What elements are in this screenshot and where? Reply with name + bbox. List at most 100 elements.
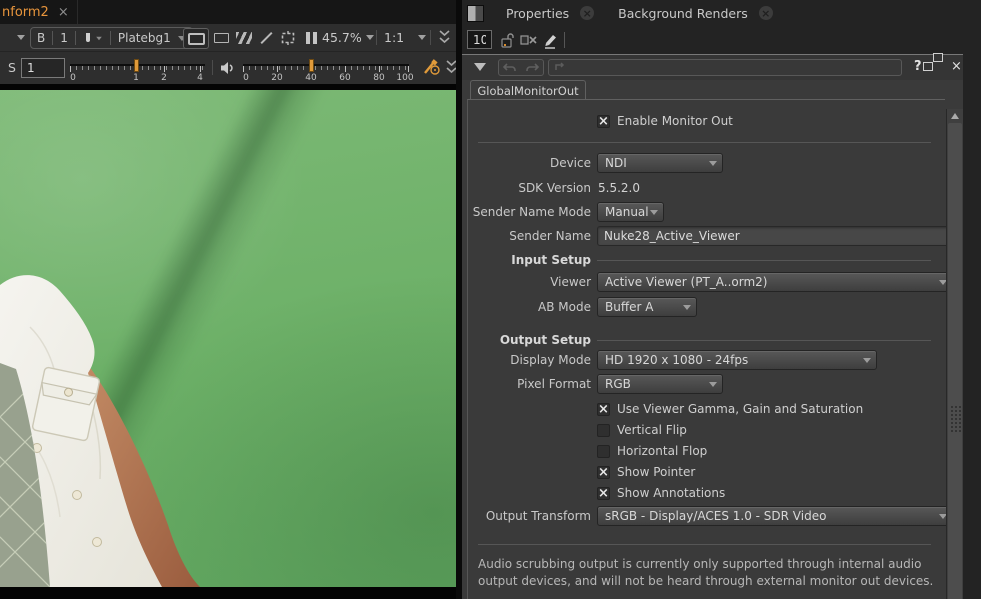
enable-monitor-out-row: × Enable Monitor Out <box>468 113 945 133</box>
horizontal-flop-checkbox[interactable] <box>597 445 610 458</box>
chevron-down-icon <box>683 305 691 310</box>
divider <box>212 60 213 75</box>
gain-input[interactable] <box>21 58 65 78</box>
viewer-toolbar-bottom: S 0 1 2 4 0 2 <box>0 52 456 84</box>
show-annotations-checkbox[interactable]: × <box>597 487 610 500</box>
frame-display-button[interactable] <box>183 28 209 49</box>
chevron-down-icon <box>650 210 658 215</box>
volume-icon[interactable] <box>220 61 236 75</box>
dropdown-value: NDI <box>605 156 627 170</box>
show-pointer-checkbox[interactable]: × <box>597 466 610 479</box>
node-title-field[interactable] <box>548 59 902 76</box>
checkbox-label: Horizontal Flop <box>617 443 707 460</box>
scroll-up-arrow[interactable] <box>951 113 959 119</box>
field-label: Pixel Format <box>468 374 591 394</box>
field-label: AB Mode <box>468 297 591 317</box>
properties-toolbar <box>462 26 981 54</box>
undo-icon[interactable] <box>503 62 517 73</box>
proxy-ratio-dropdown[interactable]: 1:1 <box>384 30 404 45</box>
max-panels-input[interactable] <box>467 30 492 49</box>
help-button[interactable]: ? <box>914 59 922 74</box>
use-viewer-gamma-checkbox[interactable]: × <box>597 403 610 416</box>
dropdown-value: Active Viewer (PT_A..orm2) <box>605 275 768 289</box>
viewer-tab-bar: nform2 × <box>0 0 456 24</box>
node-tab-label: GlobalMonitorOut <box>477 84 578 98</box>
viewer-canvas[interactable] <box>0 84 456 599</box>
pause-button[interactable] <box>301 28 321 47</box>
scrollbar[interactable] <box>946 109 963 599</box>
buffer-b-button[interactable]: B <box>37 31 45 45</box>
viewer-dropdown[interactable]: Active Viewer (PT_A..orm2) <box>597 272 953 292</box>
checkbox-row: Vertical Flip <box>468 422 945 439</box>
slider-track <box>243 64 409 72</box>
output-transform-dropdown[interactable]: sRGB - Display/ACES 1.0 - SDR Video <box>597 506 953 526</box>
volume-slider[interactable]: 0 20 40 60 80 100 <box>243 56 409 82</box>
chevron-down-icon[interactable] <box>17 35 25 40</box>
pane-layout-icon[interactable] <box>467 5 484 22</box>
wipe-button[interactable] <box>233 28 255 47</box>
collapse-triangle-icon[interactable] <box>474 63 486 71</box>
close-icon[interactable]: × <box>580 6 594 20</box>
viewer-tab-transform2[interactable]: nform2 × <box>0 0 78 24</box>
input-number-button[interactable]: 1 <box>60 31 68 45</box>
lock-open-icon[interactable] <box>500 33 514 48</box>
divider <box>564 32 565 48</box>
checkbox-label: Show Annotations <box>617 485 725 502</box>
vertical-flip-checkbox[interactable] <box>597 424 610 437</box>
divider <box>52 31 53 45</box>
node-tab-globalmonitorout[interactable]: GlobalMonitorOut <box>470 80 586 100</box>
roi-brush-icon[interactable] <box>83 32 103 45</box>
gamma-slider[interactable]: 0 1 2 4 <box>70 56 205 82</box>
field-label: Viewer <box>468 272 591 292</box>
line-sample-button[interactable] <box>256 28 276 47</box>
input-setup-group: Input Setup <box>468 251 945 269</box>
chevron-down-icon[interactable] <box>366 35 374 40</box>
slider-handle[interactable] <box>309 59 314 72</box>
chevron-down-icon <box>863 358 871 363</box>
display-mode-dropdown[interactable]: HD 1920 x 1080 - 24fps <box>597 350 877 370</box>
output-transform-row: Output Transform sRGB - Display/ACES 1.0… <box>468 506 945 526</box>
ab-mode-dropdown[interactable]: Buffer A <box>597 297 697 317</box>
revert-icon[interactable] <box>554 62 566 73</box>
tab-background-renders[interactable]: Background Renders × <box>606 0 785 26</box>
field-label: Device <box>468 153 591 173</box>
slider-handle[interactable] <box>134 59 139 72</box>
close-icon[interactable]: × <box>951 59 962 74</box>
zoom-level-dropdown[interactable]: 45.7% <box>322 30 362 45</box>
gamma-display-button[interactable] <box>210 28 232 47</box>
sender-name-mode-row: Sender Name Mode Manual <box>468 202 945 222</box>
viewer-row: Viewer Active Viewer (PT_A..orm2) <box>468 272 945 292</box>
redo-icon[interactable] <box>525 62 539 73</box>
device-dropdown[interactable]: NDI <box>597 153 723 173</box>
close-all-panels-icon[interactable] <box>520 34 537 47</box>
close-icon[interactable]: × <box>58 6 69 19</box>
nuke-application-window: nform2 × B 1 Platebg1 <box>0 0 981 599</box>
group-divider <box>597 340 931 341</box>
chevron-double-down-icon[interactable] <box>438 30 451 45</box>
properties-pane: Properties × Background Renders × <box>462 0 981 599</box>
chevron-down-icon[interactable] <box>418 35 426 40</box>
sender-name-input[interactable] <box>597 226 955 246</box>
group-heading: Output Setup <box>468 331 591 349</box>
viewer-input-group: B 1 Platebg1 <box>30 27 193 49</box>
pixel-format-dropdown[interactable]: RGB <box>597 374 723 394</box>
close-icon[interactable]: × <box>759 6 773 20</box>
divider <box>430 30 431 45</box>
checkbox-label: Enable Monitor Out <box>617 113 733 130</box>
enable-monitor-out-checkbox[interactable]: × <box>597 115 610 128</box>
edit-pencil-icon[interactable] <box>542 32 558 49</box>
color-sampler-icon[interactable] <box>423 58 441 76</box>
device-row: Device NDI <box>468 153 945 173</box>
checkbox-label: Show Pointer <box>617 464 695 481</box>
dropdown-value: Manual <box>605 205 649 219</box>
diagonal-stripes-icon <box>236 32 252 44</box>
roi-button[interactable] <box>277 28 299 47</box>
scrollbar-thumb[interactable] <box>948 123 962 599</box>
rectangle-icon <box>214 33 229 43</box>
slash-icon <box>260 31 272 43</box>
checkbox-label: Use Viewer Gamma, Gain and Saturation <box>617 401 863 418</box>
sender-name-mode-dropdown[interactable]: Manual <box>597 202 664 222</box>
layer-select-dropdown[interactable]: Platebg1 <box>118 31 171 45</box>
ab-mode-row: AB Mode Buffer A <box>468 297 945 317</box>
tab-properties[interactable]: Properties × <box>494 0 606 26</box>
